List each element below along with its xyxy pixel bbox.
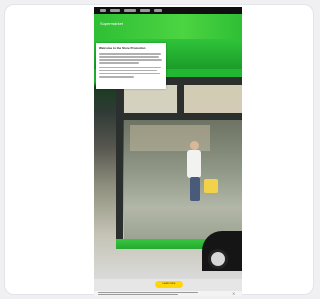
- upper-window: [184, 85, 242, 113]
- promo-popup-text: [99, 69, 157, 72]
- promo-popup-text: [99, 56, 159, 58]
- preview-card: Supermarket Welcome to the Store Promoti…: [4, 4, 314, 296]
- learn-more-button-label: Learn more: [162, 282, 176, 285]
- close-icon[interactable]: ×: [232, 291, 235, 296]
- promo-popup-text: [99, 62, 139, 64]
- phone-screenshot: Supermarket Welcome to the Store Promoti…: [94, 7, 242, 296]
- cookie-banner-text: [98, 292, 198, 294]
- learn-more-button[interactable]: Learn more: [155, 281, 183, 288]
- car-wheel: [208, 249, 228, 269]
- shopper-figure: [190, 141, 199, 150]
- window-frame: [178, 83, 184, 115]
- cookie-banner-text: [98, 294, 178, 296]
- window-frame: [116, 77, 123, 245]
- status-bar-icons: [140, 9, 150, 12]
- promo-popup-text: [99, 66, 161, 69]
- app-header: Supermarket: [94, 14, 242, 39]
- status-bar: [94, 7, 242, 14]
- promo-popup-text: [99, 53, 161, 55]
- shopper-figure: [187, 150, 201, 178]
- promo-popup[interactable]: Welcome to the Store Promotion: [96, 43, 166, 89]
- status-bar-time: [100, 9, 106, 12]
- shopping-bag: [204, 179, 218, 193]
- status-bar-icons: [154, 9, 162, 12]
- promo-popup-text: [99, 59, 162, 61]
- upper-window: [124, 85, 177, 113]
- promo-popup-text: [99, 72, 160, 75]
- promo-popup-text: [99, 76, 134, 78]
- status-bar-icons: [124, 9, 136, 12]
- promo-popup-title: Welcome to the Store Promotion: [99, 46, 146, 50]
- shopper-figure: [190, 177, 200, 201]
- cookie-banner: ×: [94, 291, 242, 296]
- app-title: Supermarket: [100, 21, 123, 26]
- window-frame: [116, 113, 242, 120]
- status-bar-icons: [110, 9, 120, 12]
